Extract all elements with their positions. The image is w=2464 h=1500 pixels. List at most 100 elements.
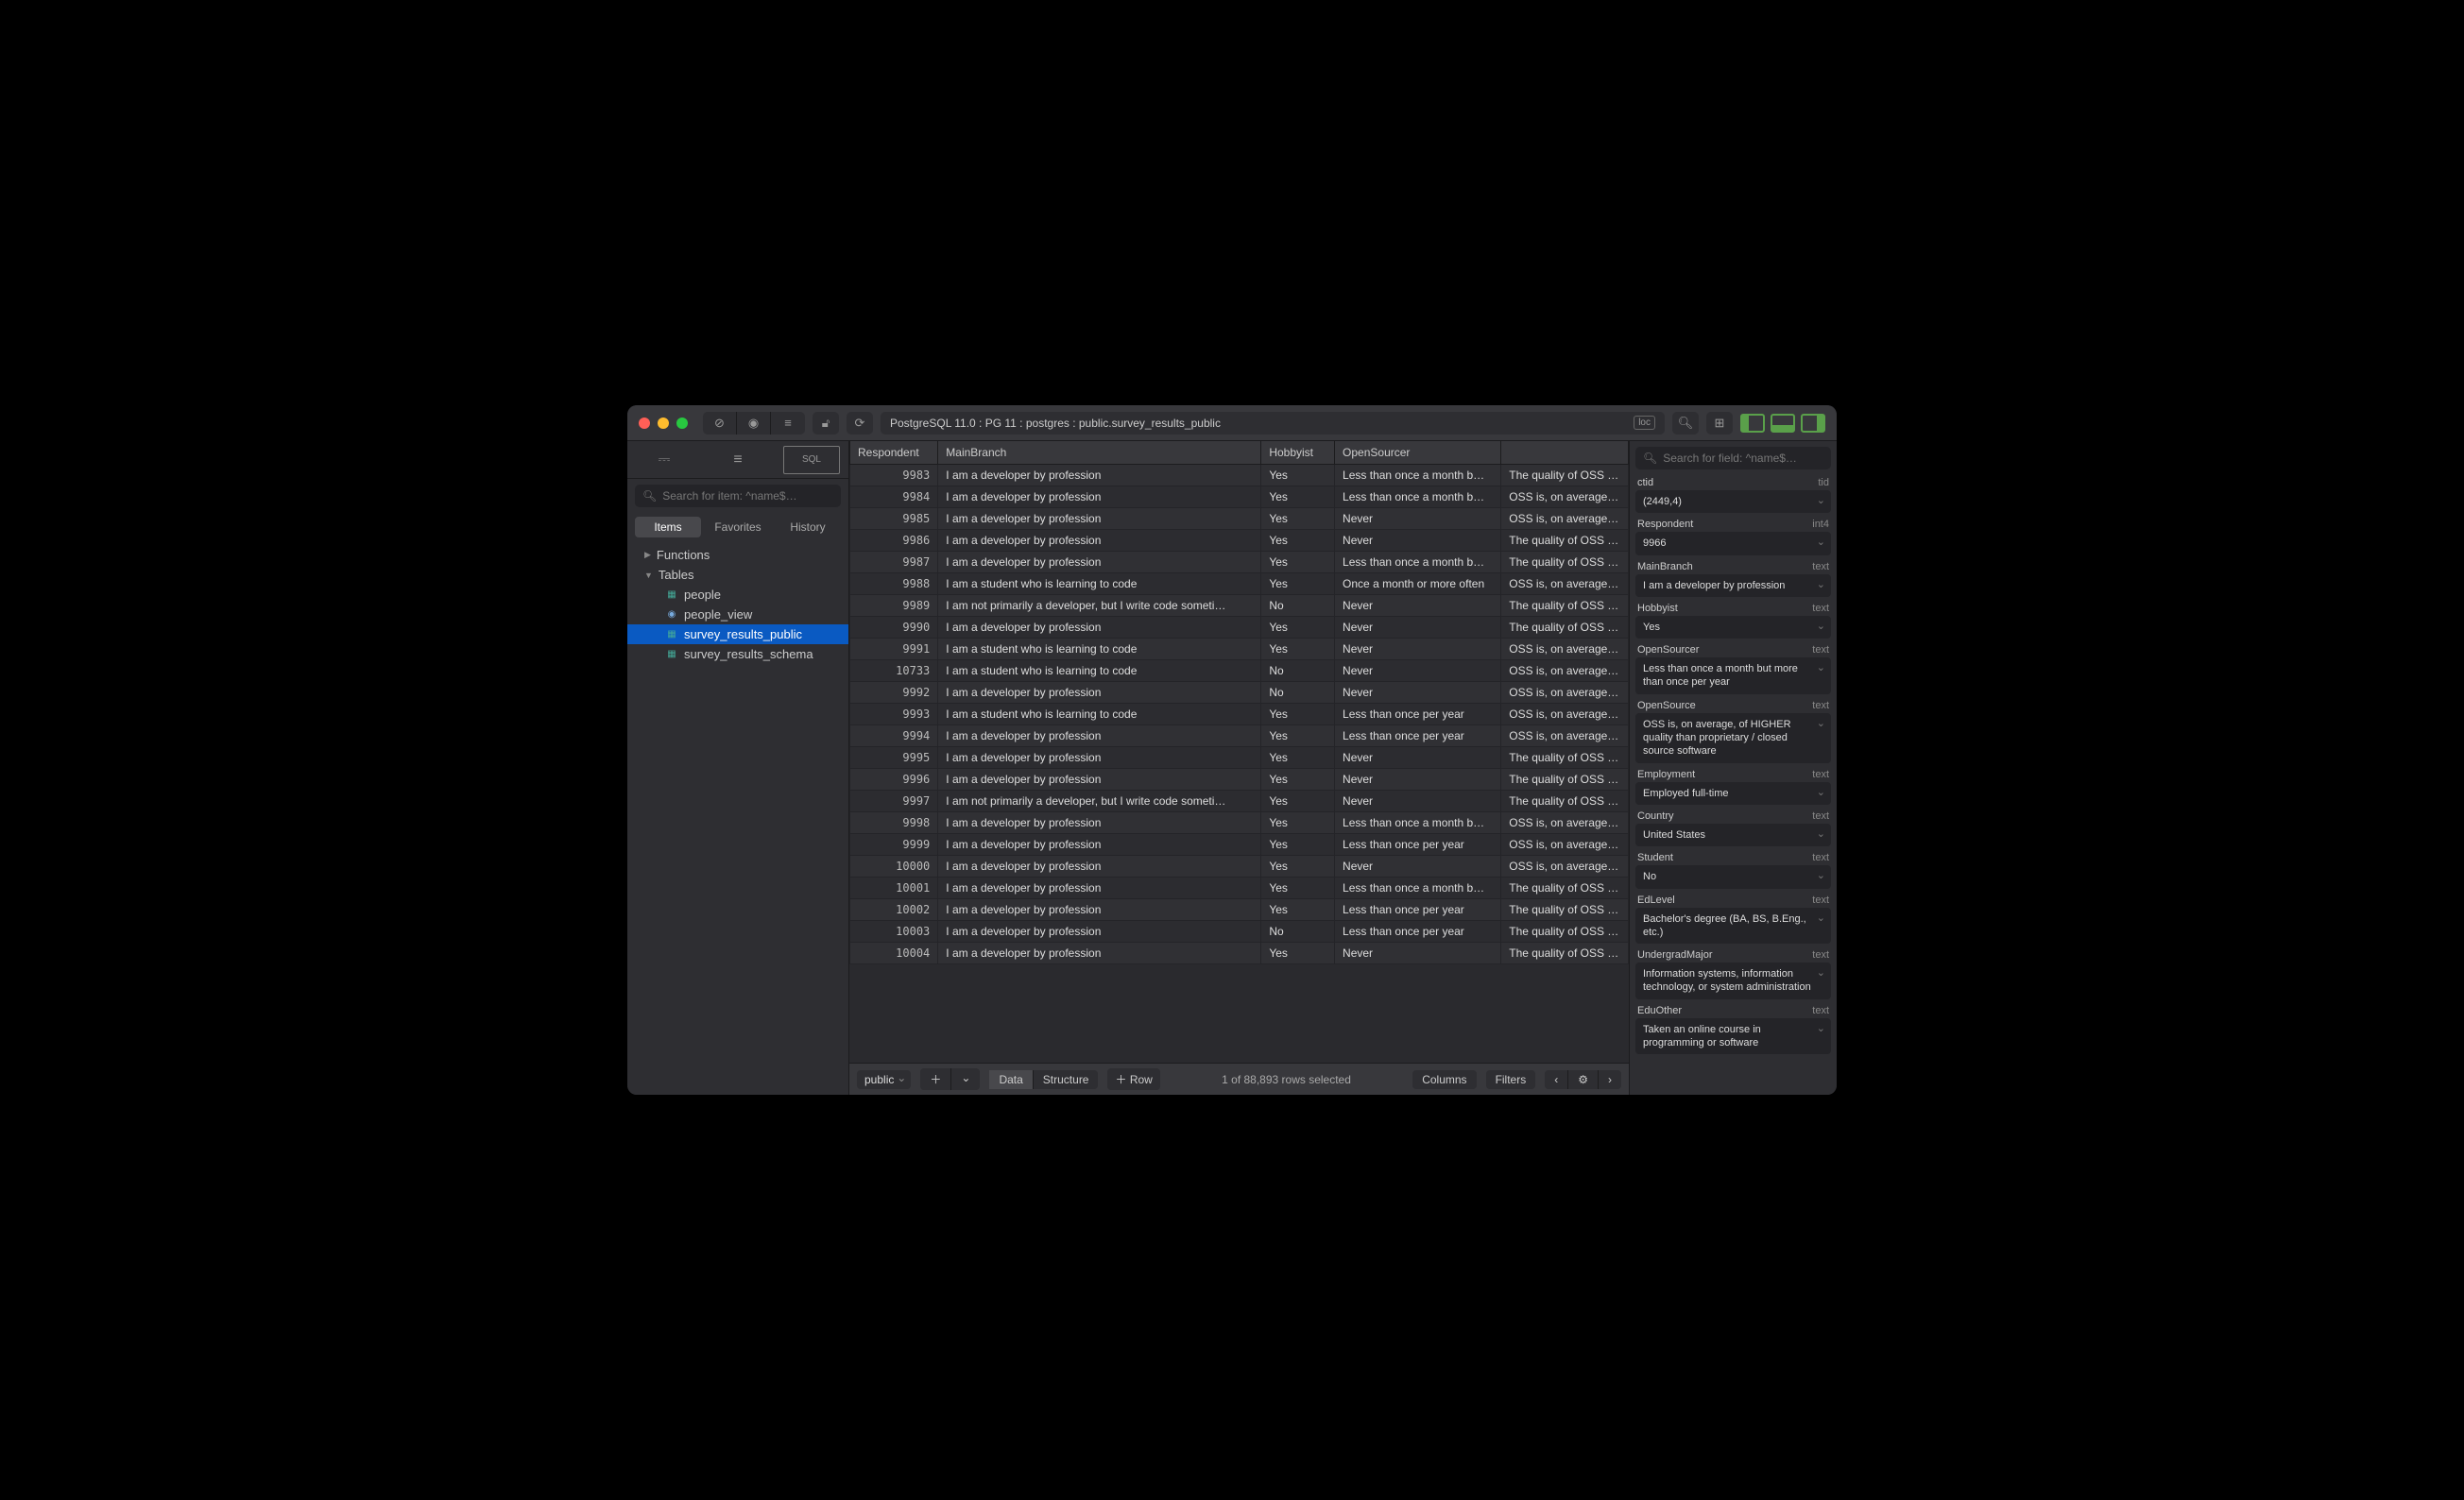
cell[interactable]: Yes <box>1261 530 1335 552</box>
minimize-window-button[interactable] <box>658 418 669 429</box>
page-prev-button[interactable]: ‹ <box>1545 1070 1568 1089</box>
cell[interactable]: Never <box>1335 660 1501 682</box>
add-row-button[interactable]: ＋ Row <box>1107 1068 1159 1090</box>
cell[interactable]: Yes <box>1261 573 1335 595</box>
cell[interactable]: OSS is, on average, o… <box>1501 639 1629 660</box>
toggle-left-panel[interactable] <box>1740 414 1765 433</box>
cell[interactable]: Less than once per year <box>1335 725 1501 747</box>
cell[interactable]: OSS is, on average, o… <box>1501 660 1629 682</box>
cell[interactable]: Less than once per year <box>1335 921 1501 943</box>
sidebar-table-people_view[interactable]: ◉people_view <box>627 605 848 624</box>
cell[interactable]: Yes <box>1261 878 1335 899</box>
table-row[interactable]: 9989I am not primarily a developer, but … <box>850 595 1629 617</box>
sql-icon[interactable]: SQL <box>783 446 840 474</box>
cell[interactable]: No <box>1261 660 1335 682</box>
cell[interactable]: Less than once a month b… <box>1335 465 1501 486</box>
field-value[interactable]: Less than once a month but more than onc… <box>1635 657 1831 694</box>
table-row[interactable]: 9986I am a developer by professionYesNev… <box>850 530 1629 552</box>
cell[interactable]: I am a student who is learning to code <box>938 573 1261 595</box>
cell[interactable]: OSS is, on average, o… <box>1501 812 1629 834</box>
cell[interactable]: 9990 <box>850 617 938 639</box>
cell[interactable]: OSS is, on average, o… <box>1501 508 1629 530</box>
cell[interactable]: 9997 <box>850 791 938 812</box>
cell[interactable]: OSS is, on average, o… <box>1501 682 1629 704</box>
cell[interactable]: The quality of OSS a… <box>1501 465 1629 486</box>
maximize-window-button[interactable] <box>676 418 688 429</box>
cell[interactable]: The quality of OSS a… <box>1501 878 1629 899</box>
cell[interactable]: No <box>1261 921 1335 943</box>
cell[interactable]: Yes <box>1261 812 1335 834</box>
sidebar-table-survey_results_public[interactable]: ▦survey_results_public <box>627 624 848 644</box>
cell[interactable]: The quality of OSS a… <box>1501 791 1629 812</box>
cell[interactable]: 9995 <box>850 747 938 769</box>
cancel-icon[interactable]: ⊘ <box>703 412 737 435</box>
cell[interactable]: The quality of OSS a… <box>1501 921 1629 943</box>
cell[interactable]: I am a developer by profession <box>938 552 1261 573</box>
cell[interactable]: Never <box>1335 856 1501 878</box>
cell[interactable]: Never <box>1335 639 1501 660</box>
add-button[interactable]: ＋ <box>920 1068 951 1090</box>
cell[interactable]: I am a developer by profession <box>938 747 1261 769</box>
cell[interactable]: Yes <box>1261 639 1335 660</box>
breadcrumb[interactable]: PostgreSQL 11.0 : PG 11 : postgres : pub… <box>881 412 1665 435</box>
cell[interactable]: 10000 <box>850 856 938 878</box>
col-header-hobbyist[interactable]: Hobbyist <box>1261 441 1335 465</box>
table-row[interactable]: 9990I am a developer by professionYesNev… <box>850 617 1629 639</box>
structure-tab[interactable]: Structure <box>1034 1070 1099 1089</box>
table-row[interactable]: 9993I am a student who is learning to co… <box>850 704 1629 725</box>
tab-history[interactable]: History <box>775 517 841 537</box>
page-next-button[interactable]: › <box>1599 1070 1621 1089</box>
cell[interactable]: Yes <box>1261 791 1335 812</box>
tab-favorites[interactable]: Favorites <box>705 517 771 537</box>
cell[interactable]: 9993 <box>850 704 938 725</box>
field-value[interactable]: I am a developer by profession <box>1635 574 1831 597</box>
list-icon[interactable]: ≡ <box>771 412 805 435</box>
cell[interactable]: 9998 <box>850 812 938 834</box>
data-grid-scroll[interactable]: Respondent MainBranch Hobbyist OpenSourc… <box>849 441 1629 1063</box>
cell[interactable]: I am a student who is learning to code <box>938 639 1261 660</box>
field-value[interactable]: OSS is, on average, of HIGHER quality th… <box>1635 713 1831 763</box>
schema-select[interactable]: public <box>857 1070 911 1089</box>
cell[interactable]: Yes <box>1261 899 1335 921</box>
search-icon[interactable]: 🔍︎ <box>1672 412 1699 435</box>
table-row[interactable]: 10000I am a developer by professionYesNe… <box>850 856 1629 878</box>
cell[interactable]: I am a developer by profession <box>938 617 1261 639</box>
cell[interactable]: Yes <box>1261 508 1335 530</box>
cell[interactable]: The quality of OSS a… <box>1501 899 1629 921</box>
table-row[interactable]: 9983I am a developer by professionYesLes… <box>850 465 1629 486</box>
cell[interactable]: No <box>1261 595 1335 617</box>
connection-icon[interactable]: ⎓ <box>636 446 693 474</box>
columns-button[interactable]: Columns <box>1412 1070 1476 1089</box>
cell[interactable]: I am a developer by profession <box>938 465 1261 486</box>
cell[interactable]: The quality of OSS a… <box>1501 943 1629 964</box>
field-value[interactable]: Bachelor's degree (BA, BS, B.Eng., etc.) <box>1635 908 1831 945</box>
tree-functions[interactable]: ▶ Functions <box>627 545 848 565</box>
cell[interactable]: I am a developer by profession <box>938 812 1261 834</box>
cell[interactable]: Less than once per year <box>1335 704 1501 725</box>
cell[interactable]: Never <box>1335 769 1501 791</box>
cell[interactable]: I am a developer by profession <box>938 878 1261 899</box>
cell[interactable]: Yes <box>1261 834 1335 856</box>
cell[interactable]: I am a developer by profession <box>938 508 1261 530</box>
toggle-right-panel[interactable] <box>1801 414 1825 433</box>
toggle-bottom-panel[interactable] <box>1771 414 1795 433</box>
cell[interactable]: Yes <box>1261 552 1335 573</box>
cell[interactable]: Less than once a month b… <box>1335 552 1501 573</box>
cell[interactable]: No <box>1261 682 1335 704</box>
cell[interactable]: Yes <box>1261 704 1335 725</box>
cell[interactable]: Less than once a month b… <box>1335 486 1501 508</box>
cell[interactable]: The quality of OSS a… <box>1501 769 1629 791</box>
cell[interactable]: Yes <box>1261 943 1335 964</box>
preview-icon[interactable]: ◉ <box>737 412 771 435</box>
table-row[interactable]: 9988I am a student who is learning to co… <box>850 573 1629 595</box>
cell[interactable]: Yes <box>1261 747 1335 769</box>
cell[interactable]: I am a developer by profession <box>938 769 1261 791</box>
cell[interactable]: OSS is, on average, o… <box>1501 834 1629 856</box>
cell[interactable]: I am a student who is learning to code <box>938 704 1261 725</box>
cell[interactable]: I am a developer by profession <box>938 725 1261 747</box>
cell[interactable]: 9988 <box>850 573 938 595</box>
cell[interactable]: 10001 <box>850 878 938 899</box>
cell[interactable]: I am not primarily a developer, but I wr… <box>938 595 1261 617</box>
field-value[interactable]: Yes <box>1635 616 1831 639</box>
sidebar-table-survey_results_schema[interactable]: ▦survey_results_schema <box>627 644 848 664</box>
